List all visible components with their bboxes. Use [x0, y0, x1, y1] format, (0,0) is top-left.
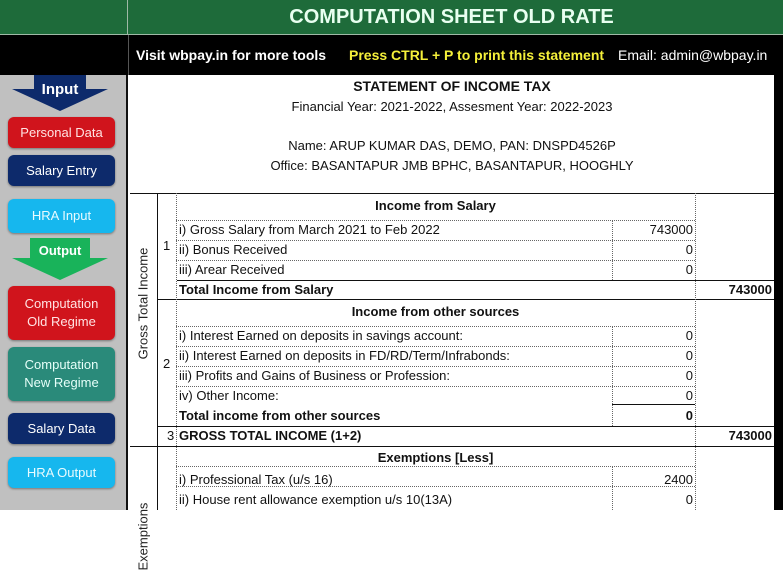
- gross-total-income-label: Gross Total Income: [135, 247, 151, 360]
- total-value: 0: [685, 408, 693, 423]
- row-value[interactable]: 0: [612, 240, 693, 260]
- gross-total-label: GROSS TOTAL INCOME (1+2): [179, 428, 362, 443]
- total-value: 743000: [728, 282, 772, 297]
- total-label: Total Income from Salary: [179, 282, 334, 297]
- output-label: Output: [38, 243, 82, 258]
- row-value[interactable]: 0: [612, 386, 693, 406]
- name-pan: Name: ARUP KUMAR DAS, DEMO, PAN: DNSPD45…: [288, 138, 616, 153]
- row-label: i) Interest Earned on deposits in saving…: [179, 328, 463, 343]
- exemptions-heading: Exemptions [Less]: [377, 450, 494, 465]
- row-label: ii) Bonus Received: [179, 242, 288, 257]
- right-edge: [774, 35, 783, 510]
- divider: [130, 193, 774, 194]
- gross-total-value: 743000: [728, 428, 772, 443]
- grid-line: [695, 193, 696, 510]
- visit-link[interactable]: Visit wbpay.in for more tools: [136, 47, 326, 63]
- financial-year: Financial Year: 2021-2022, Assesment Yea…: [291, 99, 613, 114]
- info-bar: Visit wbpay.in for more tools Press CTRL…: [0, 35, 783, 75]
- row-value[interactable]: 743000: [612, 220, 693, 240]
- row-value[interactable]: 0: [612, 260, 693, 280]
- row-value[interactable]: 0: [612, 326, 693, 346]
- input-label: Input: [41, 81, 79, 98]
- title-bar: COMPUTATION SHEET OLD RATE: [0, 0, 783, 35]
- row-label: iv) Other Income:: [179, 388, 279, 403]
- salary-data-button[interactable]: Salary Data: [8, 413, 115, 444]
- office: Office: BASANTAPUR JMB BPHC, BASANTAPUR,…: [270, 158, 634, 173]
- row-value[interactable]: 0: [612, 490, 693, 510]
- sidebar: Input Personal Data Salary Entry HRA Inp…: [0, 75, 128, 510]
- button-line: Old Regime: [27, 314, 96, 329]
- exemptions-label: Exemptions: [135, 502, 151, 571]
- button-line: New Regime: [24, 375, 99, 390]
- row-label: iii) Profits and Gains of Business or Pr…: [179, 368, 450, 383]
- row-value[interactable]: 0: [612, 366, 693, 386]
- personal-data-button[interactable]: Personal Data: [8, 117, 115, 148]
- hra-output-button[interactable]: HRA Output: [8, 457, 115, 488]
- computation-old-regime-button[interactable]: Computation Old Regime: [8, 286, 115, 340]
- row-label: i) Professional Tax (u/s 16): [179, 472, 333, 487]
- section-number: 3: [167, 428, 175, 443]
- row-value[interactable]: 0: [612, 346, 693, 366]
- section-number: 2: [163, 356, 171, 371]
- row-label: i) Gross Salary from March 2021 to Feb 2…: [179, 222, 440, 237]
- total-label: Total income from other sources: [179, 408, 381, 423]
- print-hint: Press CTRL + P to print this statement: [349, 47, 605, 63]
- computation-new-regime-button[interactable]: Computation New Regime: [8, 347, 115, 401]
- salary-heading: Income from Salary: [375, 198, 496, 213]
- statement-title: STATEMENT OF INCOME TAX: [353, 78, 551, 94]
- title-bar-left-cell: [0, 0, 128, 35]
- divider: [130, 446, 774, 447]
- row-value[interactable]: 2400: [612, 470, 693, 490]
- other-sources-heading: Income from other sources: [351, 304, 520, 319]
- button-line: Computation: [24, 357, 99, 372]
- button-line: Computation: [24, 296, 99, 311]
- input-arrow: Input: [12, 75, 108, 111]
- section-number: 1: [163, 238, 171, 253]
- statement-sheet: STATEMENT OF INCOME TAX Financial Year: …: [130, 75, 774, 571]
- salary-entry-button[interactable]: Salary Entry: [8, 155, 115, 186]
- divider: [128, 35, 129, 75]
- row-label: ii) House rent allowance exemption u/s 1…: [179, 492, 453, 507]
- hra-input-button[interactable]: HRA Input: [8, 199, 115, 233]
- page-title: COMPUTATION SHEET OLD RATE: [289, 6, 614, 28]
- divider: [157, 193, 158, 510]
- row-label: iii) Arear Received: [179, 262, 285, 277]
- row-label: ii) Interest Earned on deposits in FD/RD…: [179, 348, 510, 363]
- output-arrow: Output: [12, 238, 108, 280]
- contact-email[interactable]: Email: admin@wbpay.in: [618, 47, 767, 63]
